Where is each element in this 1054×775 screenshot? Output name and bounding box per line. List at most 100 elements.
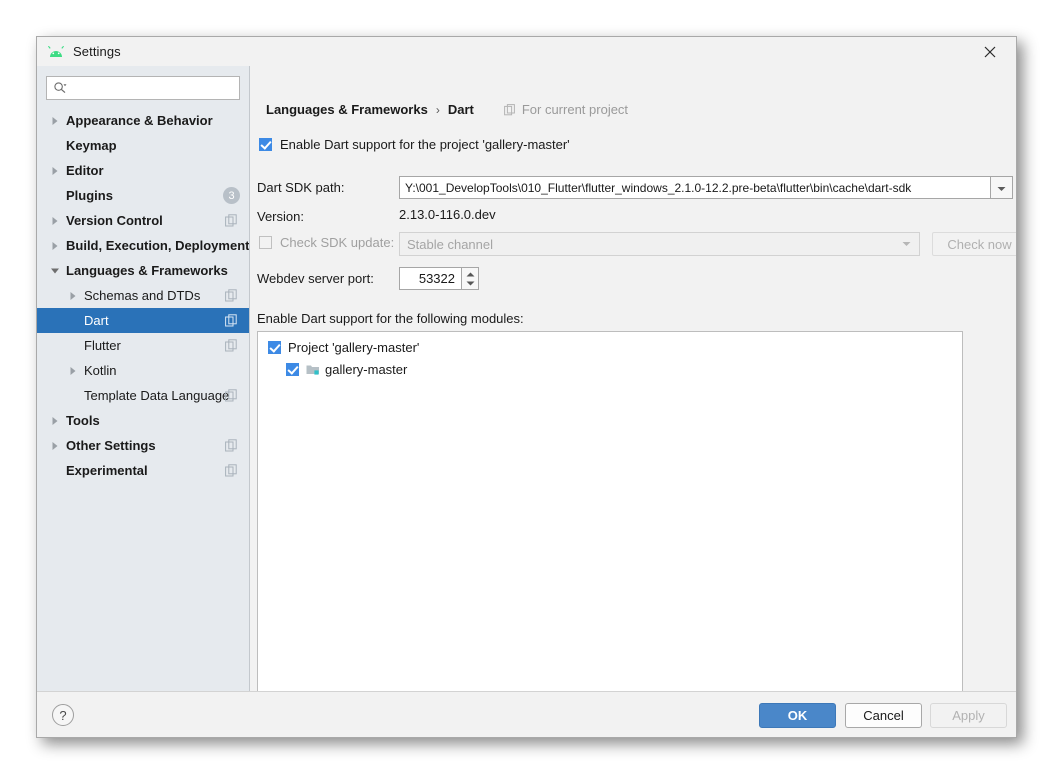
sdk-path-input[interactable]: Y:\001_DevelopTools\010_Flutter\flutter_…	[399, 176, 991, 199]
sidebar-item-editor[interactable]: Editor	[37, 158, 249, 183]
webdev-port-stepper[interactable]	[462, 267, 479, 290]
copy-icon	[225, 339, 238, 352]
check-sdk-update-checkbox[interactable]	[259, 236, 272, 249]
sidebar-item-tools[interactable]: Tools	[37, 408, 249, 433]
sidebar-item-label: Kotlin	[84, 363, 117, 378]
chevron-right-icon[interactable]	[49, 215, 61, 227]
module-checkbox[interactable]	[286, 363, 299, 376]
settings-dialog: Settings Appearance & Behavior Keymap Ed…	[36, 36, 1017, 738]
sidebar-item-label: Experimental	[66, 463, 148, 478]
webdev-port-input[interactable]: 53322	[399, 267, 462, 290]
search-box[interactable]	[46, 76, 240, 100]
sidebar-item-label: Editor	[66, 163, 104, 178]
webdev-port-label: Webdev server port:	[257, 271, 374, 286]
modules-list: Project 'gallery-master' gallery-master	[258, 337, 962, 380]
sdk-path-dropdown-button[interactable]	[991, 176, 1013, 199]
module-folder-icon	[306, 363, 320, 376]
sidebar-item-label: Languages & Frameworks	[66, 263, 228, 278]
chevron-right-icon[interactable]	[49, 415, 61, 427]
settings-sidebar: Appearance & Behavior Keymap Editor Plugins…	[37, 66, 250, 693]
breadcrumb-current: Dart	[447, 102, 474, 117]
scope-indicator: For current project	[503, 102, 629, 117]
sdk-channel-select[interactable]: Stable channel	[399, 232, 920, 256]
sidebar-item-label: Schemas and DTDs	[84, 288, 201, 303]
enable-dart-checkbox[interactable]	[259, 138, 272, 151]
chevron-right-icon[interactable]	[49, 240, 61, 252]
plugins-count-badge: 3	[223, 187, 240, 204]
chevron-right-icon[interactable]	[49, 165, 61, 177]
sdk-channel-value: Stable channel	[407, 236, 494, 252]
check-sdk-update-row[interactable]: Check SDK update:	[259, 235, 394, 250]
sidebar-item-label: Appearance & Behavior	[66, 113, 213, 128]
check-sdk-update-label: Check SDK update:	[280, 235, 395, 250]
scope-label: For current project	[521, 102, 629, 117]
apply-button[interactable]: Apply	[930, 703, 1007, 728]
chevron-down-icon	[997, 179, 1006, 197]
modules-label: Enable Dart support for the following mo…	[257, 311, 524, 326]
cancel-button[interactable]: Cancel	[845, 703, 922, 728]
sidebar-item-version-control[interactable]: Version Control	[37, 208, 249, 233]
sdk-path-value: Y:\001_DevelopTools\010_Flutter\flutter_…	[405, 180, 912, 195]
screen: Settings Appearance & Behavior Keymap Ed…	[0, 0, 1054, 775]
search-input[interactable]	[71, 80, 231, 96]
copy-icon	[225, 389, 238, 402]
sidebar-item-schemas-and-dtds[interactable]: Schemas and DTDs	[37, 283, 249, 308]
title-bar: Settings	[37, 37, 1016, 66]
version-value: 2.13.0-116.0.dev	[399, 207, 496, 222]
check-now-button[interactable]: Check now	[932, 232, 1016, 256]
sidebar-item-languages-frameworks[interactable]: Languages & Frameworks	[37, 258, 249, 283]
sidebar-item-template-data-language[interactable]: Template Data Language	[37, 383, 249, 408]
webdev-port-value: 53322	[418, 271, 455, 286]
sidebar-item-label: Version Control	[66, 213, 163, 228]
sidebar-item-kotlin[interactable]: Kotlin	[37, 358, 249, 383]
chevron-down-icon	[902, 241, 911, 247]
chevron-right-icon[interactable]	[49, 440, 61, 452]
ok-button[interactable]: OK	[759, 703, 836, 728]
sidebar-item-dart[interactable]: Dart	[37, 308, 249, 333]
chevron-right-icon[interactable]	[67, 290, 79, 302]
module-checkbox[interactable]	[268, 341, 281, 354]
module-row[interactable]: Project 'gallery-master'	[258, 337, 962, 358]
sidebar-item-label: Keymap	[66, 138, 117, 153]
module-row[interactable]: gallery-master	[258, 359, 962, 380]
chevron-down-icon[interactable]	[49, 265, 61, 277]
dart-settings-panel: Languages & Frameworks › Dart For curren…	[250, 66, 1016, 693]
copy-icon	[225, 214, 238, 227]
sidebar-item-plugins[interactable]: Plugins 3	[37, 183, 249, 208]
copy-icon	[225, 439, 238, 452]
sidebar-item-keymap[interactable]: Keymap	[37, 133, 249, 158]
search-icon	[53, 80, 69, 96]
chevron-right-icon[interactable]	[49, 115, 61, 127]
sidebar-tree: Appearance & Behavior Keymap Editor Plugins…	[37, 108, 249, 483]
enable-dart-label: Enable Dart support for the project 'gal…	[280, 137, 570, 152]
sidebar-item-label: Build, Execution, Deployment	[66, 238, 249, 253]
breadcrumb-separator: ›	[435, 102, 440, 117]
modules-tree-panel[interactable]: Project 'gallery-master' gallery-master	[257, 331, 963, 693]
copy-icon	[225, 289, 238, 302]
android-logo-icon	[47, 44, 65, 60]
breadcrumb-parent[interactable]: Languages & Frameworks	[266, 102, 428, 117]
sidebar-item-label: Plugins	[66, 188, 113, 203]
help-button[interactable]: ?	[52, 704, 74, 726]
chevron-right-icon[interactable]	[67, 365, 79, 377]
sidebar-item-other-settings[interactable]: Other Settings	[37, 433, 249, 458]
sidebar-item-build-execution-deployment[interactable]: Build, Execution, Deployment	[37, 233, 249, 258]
enable-dart-support-row[interactable]: Enable Dart support for the project 'gal…	[259, 137, 570, 152]
close-icon[interactable]	[968, 37, 1012, 66]
sidebar-item-label: Other Settings	[66, 438, 156, 453]
sidebar-item-label: Template Data Language	[84, 388, 230, 403]
stepper-up-icon[interactable]	[466, 270, 475, 279]
sidebar-item-appearance-behavior[interactable]: Appearance & Behavior	[37, 108, 249, 133]
copy-icon	[225, 464, 238, 477]
stepper-down-icon[interactable]	[466, 279, 475, 288]
module-label: gallery-master	[325, 362, 408, 377]
version-label: Version:	[257, 209, 304, 224]
sdk-path-label: Dart SDK path:	[257, 180, 345, 195]
dialog-body: Appearance & Behavior Keymap Editor Plugins…	[37, 66, 1016, 693]
sidebar-item-label: Dart	[84, 313, 109, 328]
sidebar-item-label: Flutter	[84, 338, 121, 353]
sidebar-item-flutter[interactable]: Flutter	[37, 333, 249, 358]
dialog-footer: ? OK Cancel Apply	[37, 691, 1016, 737]
sidebar-item-experimental[interactable]: Experimental	[37, 458, 249, 483]
copy-icon	[503, 103, 516, 116]
